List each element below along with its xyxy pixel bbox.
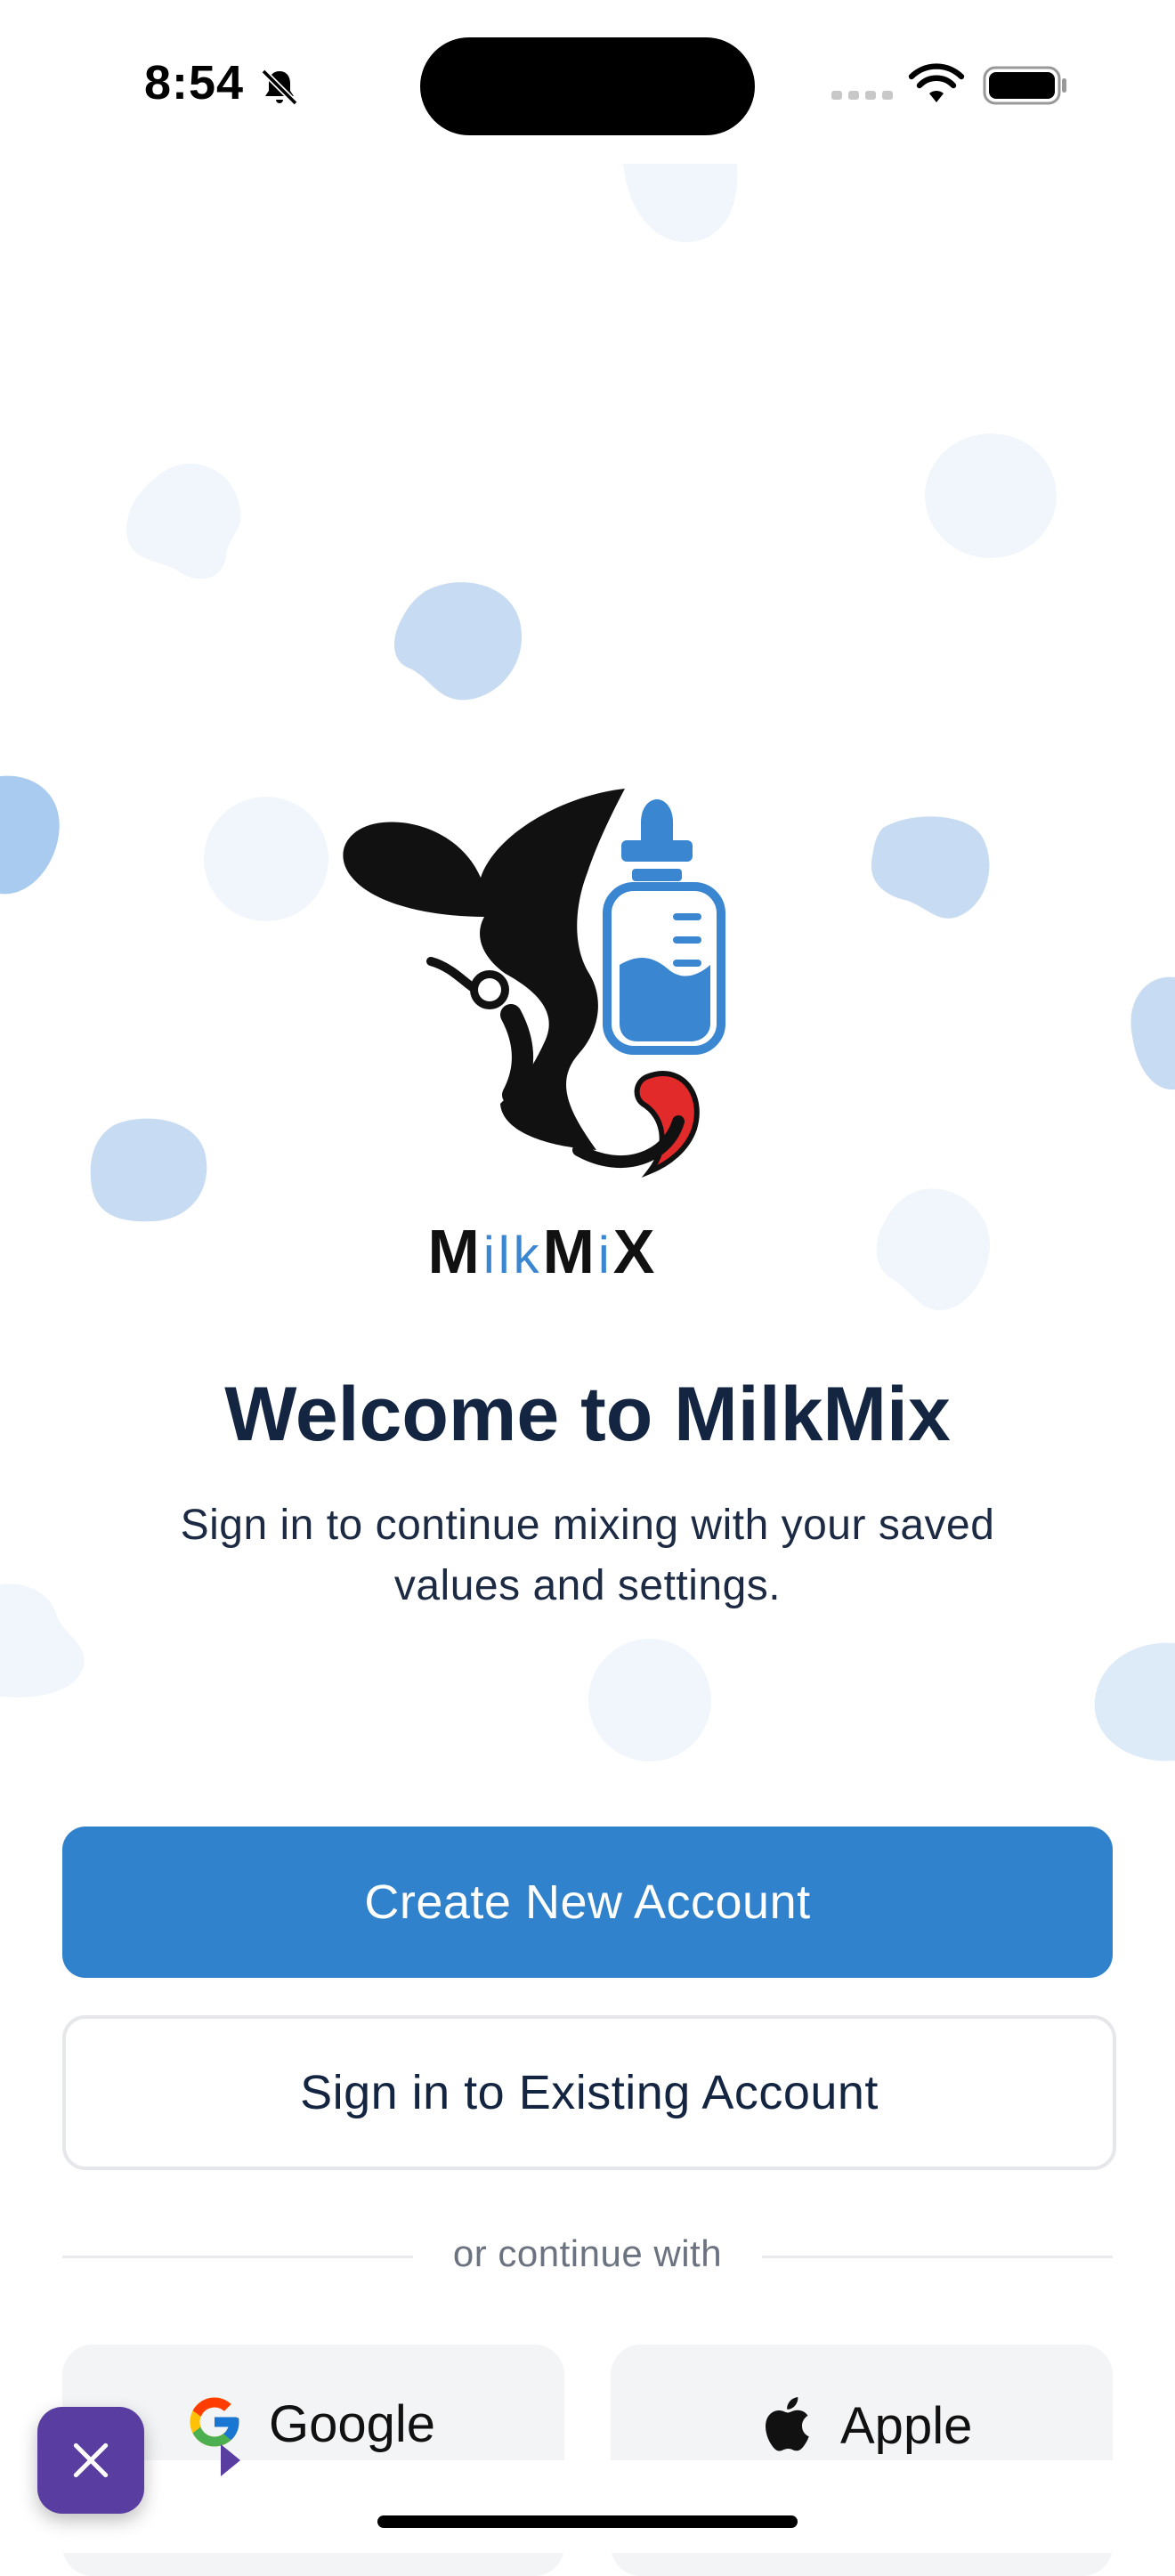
home-indicator[interactable] — [377, 2515, 798, 2528]
page-subtitle: Sign in to continue mixing with your sav… — [180, 1502, 995, 1609]
decor-blob — [126, 463, 241, 579]
decor-blob — [90, 1118, 207, 1222]
sign-in-label: Sign in to Existing Account — [300, 2066, 879, 2119]
dynamic-island — [420, 37, 755, 135]
dismiss-button[interactable] — [37, 2407, 144, 2514]
decor-blob — [0, 1584, 85, 1697]
bell-slash-icon — [261, 69, 298, 106]
cursor-marker-icon — [221, 2444, 240, 2476]
sign-in-button[interactable]: Sign in to Existing Account — [62, 2015, 1116, 2170]
logo-wordmark-ilk: ilk — [483, 1227, 543, 1282]
signal-icon — [831, 91, 893, 100]
bottom-safe-area — [0, 2460, 1175, 2553]
milkmix-logo: MilkMiX — [343, 789, 725, 1282]
decor-blob — [0, 775, 60, 895]
decor-blob — [204, 797, 328, 921]
divider-line-left — [62, 2256, 413, 2258]
logo-wordmark-m2: M — [543, 1217, 598, 1282]
logo-wordmark-x: X — [613, 1217, 659, 1282]
wifi-icon — [908, 63, 965, 102]
status-time: 8:54 — [144, 56, 245, 109]
page-title: Welcome to MilkMix — [224, 1372, 951, 1457]
decor-blob — [1094, 1642, 1175, 1762]
divider-text: or continue with — [452, 2232, 723, 2274]
google-label: Google — [269, 2395, 436, 2453]
decor-blob — [1130, 976, 1175, 1090]
decor-blob — [876, 1188, 990, 1311]
decor-blob — [925, 433, 1057, 558]
decor-blob — [394, 582, 523, 701]
battery-icon — [983, 66, 1066, 105]
decor-blob — [871, 816, 990, 919]
logo-wordmark-m1: M — [428, 1217, 483, 1282]
create-account-label: Create New Account — [364, 1875, 811, 1929]
apple-label: Apple — [840, 2397, 973, 2455]
decor-blob — [623, 164, 738, 242]
svg-text:MilkMiX: MilkMiX — [428, 1217, 659, 1282]
decor-blob — [588, 1639, 711, 1762]
apple-icon — [766, 2397, 809, 2451]
divider-line-right — [762, 2256, 1113, 2258]
create-account-button[interactable]: Create New Account — [62, 1827, 1113, 1978]
close-icon — [73, 2442, 109, 2478]
logo-wordmark-i: i — [598, 1227, 613, 1282]
